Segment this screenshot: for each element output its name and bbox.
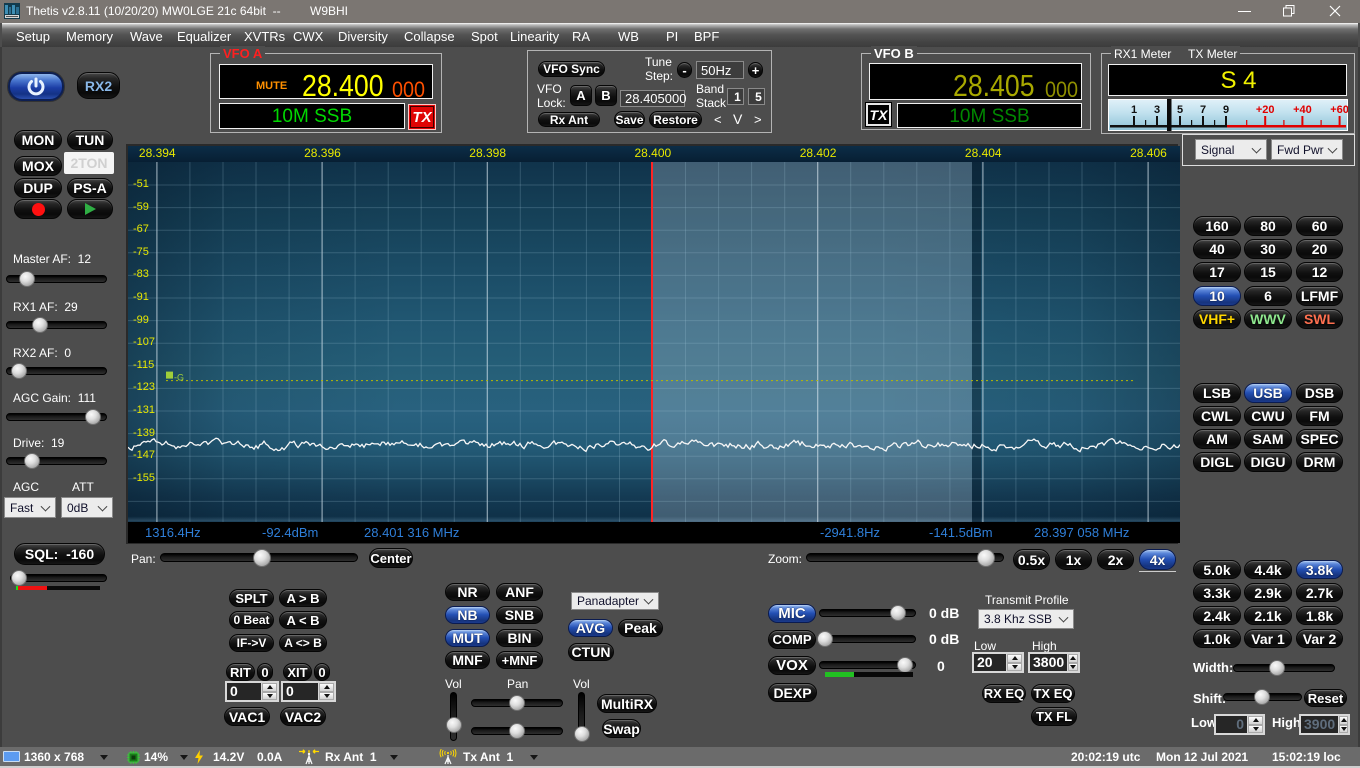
svg-text:9: 9 (1223, 104, 1229, 116)
svg-text:5: 5 (1177, 104, 1183, 116)
svg-text:+20: +20 (1256, 104, 1275, 116)
svg-text:+60: +60 (1330, 104, 1348, 116)
svg-text:1: 1 (1131, 104, 1137, 116)
svg-text:-G: -G (174, 373, 184, 383)
svg-text:+40: +40 (1293, 104, 1312, 116)
svg-text:3: 3 (1154, 104, 1160, 116)
svg-text:7: 7 (1200, 104, 1206, 116)
